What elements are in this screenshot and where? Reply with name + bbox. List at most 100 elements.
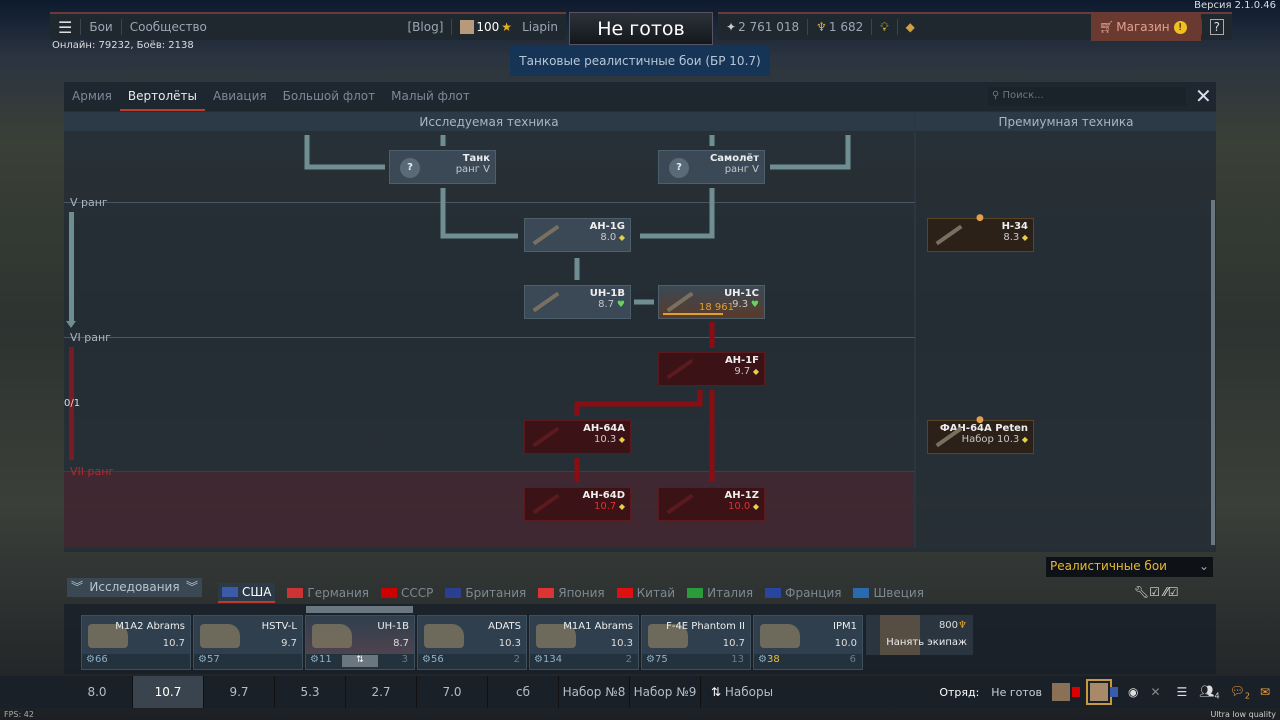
vehicle-slot[interactable]: M1A1 Abrams 10.3 ⚙134 2 <box>529 615 639 670</box>
player-avatar[interactable] <box>1085 679 1112 705</box>
rank-progress-arrow <box>66 321 76 328</box>
crew-icon: ⚙ <box>198 654 207 665</box>
node-name: UH-1C <box>724 288 759 299</box>
country-tab[interactable]: Швеция <box>853 583 924 603</box>
tree-node[interactable]: 18 961 UH-1C 9.3 <box>658 285 765 319</box>
research-button[interactable]: ︾ Исследования ︾ <box>67 578 202 597</box>
vehicle-slot[interactable]: IPM1 10.0 ⚙38 6 <box>753 615 863 670</box>
chevrons-icon: ︾ <box>185 580 198 594</box>
country-label: Япония <box>558 586 605 600</box>
country-label: Швеция <box>873 586 924 600</box>
battles-menu[interactable]: Бои <box>89 20 112 34</box>
version-label: Версия 2.1.0.46 <box>1194 0 1276 11</box>
country-tab[interactable]: Италия <box>687 583 753 603</box>
game-mode-selector[interactable]: Танковые реалистичные бои (БР 10.7) <box>510 45 770 76</box>
ready-button[interactable]: Не готов <box>569 12 713 45</box>
vehicle-slot[interactable]: F-4E Phantom II 10.7 ⚙75 13 <box>641 615 751 670</box>
vehicle-slot[interactable]: HSTV-L 9.7 ⚙57 <box>193 615 303 670</box>
squad-member-avatar[interactable] <box>1051 683 1070 701</box>
list-icon[interactable]: ☰ <box>1177 685 1188 699</box>
top-nav-right: ✦ 2 761 018 ♆ 1 682 💡︎ ◆ 🛒︎ Магазин ! ? <box>718 12 1232 41</box>
mail-icon[interactable]: ✉ <box>1260 685 1270 699</box>
silver-lions: 2 761 018 <box>738 20 800 34</box>
preset-tab[interactable]: 2.7 <box>346 676 417 708</box>
country-label: Британия <box>465 586 527 600</box>
premium-icon[interactable]: ◆ <box>906 20 915 34</box>
lightbulb-icon[interactable]: 💡︎ <box>880 20 888 35</box>
player-level: 100 <box>476 20 500 34</box>
preset-tab[interactable]: 7.0 <box>417 676 488 708</box>
avatar[interactable] <box>460 20 475 34</box>
vehicle-icon <box>200 624 240 648</box>
vehicle-slot[interactable]: UH-1B 8.7 ⚙11 ⇅ 3 <box>305 615 415 670</box>
spare-count: 2 <box>625 654 632 665</box>
country-tab[interactable]: Британия <box>445 583 526 603</box>
country-tab[interactable]: Франция <box>765 583 841 603</box>
menu-icon[interactable]: ☰ <box>58 18 72 37</box>
scrollbar[interactable] <box>1211 200 1215 545</box>
spare-count: 3 <box>401 654 408 665</box>
hire-crew-card[interactable]: 800♆ Нанять экипаж <box>866 615 973 655</box>
vehicle-slot[interactable]: M1A2 Abrams 10.7 ⚙66 <box>81 615 191 670</box>
fps-counter: FPS: 42 <box>4 710 34 719</box>
crew-icon: ⚙ <box>534 654 543 665</box>
swap-vehicle-button[interactable]: ⇅ <box>342 655 378 667</box>
crew-portrait <box>880 615 920 655</box>
tree-node[interactable]: ? Танк ранг V <box>389 150 496 184</box>
tree-node[interactable]: UH-1B 8.7 <box>524 285 631 319</box>
country-tab[interactable]: СССР <box>381 583 433 603</box>
rank-line <box>64 471 915 472</box>
preset-tab[interactable]: 9.7 <box>204 676 275 708</box>
country-label: Италия <box>707 586 754 600</box>
country-tab[interactable]: Япония <box>538 583 605 603</box>
tree-node[interactable]: AH-64A 10.3 <box>524 420 631 454</box>
golden-eagles-icon: ♆ <box>816 20 827 34</box>
country-tab[interactable]: США <box>218 583 276 603</box>
tree-node[interactable]: AH-1Z 10.0 <box>658 487 765 521</box>
close-squad-icon[interactable]: ✕ <box>1150 685 1160 699</box>
help-button[interactable]: ? <box>1209 19 1224 35</box>
tree-node[interactable]: AH-1G 8.0 <box>524 218 631 252</box>
slot-vehicle-name: M1A1 Abrams <box>563 621 633 632</box>
country-tab[interactable]: Китай <box>616 583 675 603</box>
tab-vehicle-type[interactable]: Большой флот <box>275 82 384 111</box>
preset-tab[interactable]: Набор №9 <box>630 676 701 708</box>
game-mode-dropdown[interactable]: Реалистичные бои ⌄ <box>1046 557 1213 577</box>
tab-vehicle-type[interactable]: Армия <box>64 82 120 111</box>
tree-node[interactable]: AH-64D 10.7 <box>524 487 631 521</box>
country-tabs: США Германия СССР Британия Япония Китай Италия… <box>218 583 936 603</box>
chat-icon[interactable]: 💬︎2 <box>1230 684 1250 700</box>
china-flag-icon <box>1071 687 1080 697</box>
tree-node[interactable]: ? Самолёт ранг V <box>658 150 765 184</box>
rank-progress-bar <box>69 212 74 324</box>
slot-vehicle-name: F-4E Phantom II <box>666 621 745 632</box>
tree-node[interactable]: ● ФAH-64A Peten Набор 10.3 <box>927 415 1034 454</box>
username[interactable]: Liapin <box>522 20 558 34</box>
tab-vehicle-type[interactable]: Авиация <box>205 82 275 111</box>
presets-button[interactable]: ⇅ Наборы <box>701 685 783 699</box>
friends-icon[interactable]: 👥︎4 <box>1199 684 1219 700</box>
tab-vehicle-type[interactable]: Вертолёты <box>119 82 205 111</box>
chevrons-icon: ︾ <box>71 580 84 594</box>
country-tab[interactable]: Германия <box>287 583 369 603</box>
shop-button[interactable]: 🛒︎ Магазин ! <box>1091 13 1201 41</box>
preset-tab[interactable]: сб <box>488 676 559 708</box>
preset-tab[interactable]: Набор №8 <box>559 676 630 708</box>
country-label: Германия <box>307 586 370 600</box>
preset-tab[interactable]: 5.3 <box>275 676 346 708</box>
close-icon[interactable]: ✕ <box>1195 84 1212 108</box>
gamepad-icon[interactable]: ◉ <box>1128 685 1138 699</box>
blog-link[interactable]: [Blog] <box>408 20 444 34</box>
vehicle-slot[interactable]: ADATS 10.3 ⚙56 2 <box>417 615 527 670</box>
tab-vehicle-type[interactable]: Малый флот <box>383 82 478 111</box>
repair-toggle[interactable]: 🔧︎☑ ⁄⁄☑ <box>1134 585 1179 599</box>
preset-tab[interactable]: 10.7 <box>133 676 204 708</box>
search-input[interactable]: ⚲ Поиск... <box>988 87 1186 106</box>
country-label: США <box>242 585 272 599</box>
tree-node[interactable]: ● H-34 8.3 <box>927 213 1034 252</box>
community-menu[interactable]: Сообщество <box>130 20 207 34</box>
crew-icon: ⚙ <box>310 654 319 665</box>
preset-tab[interactable]: 8.0 <box>62 676 133 708</box>
tree-node[interactable]: AH-1F 9.7 <box>658 352 765 386</box>
selected-slot-marker <box>306 606 413 613</box>
